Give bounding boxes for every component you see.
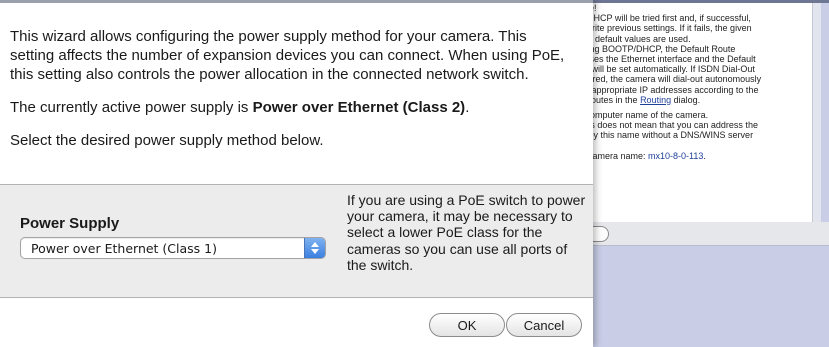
help-line: : This does not mean that you can addres…: [573, 120, 758, 131]
intro-section: This wizard allows configuring the power…: [10, 27, 570, 150]
active-suffix: .: [465, 99, 470, 116]
updown-chevron-icon[interactable]: [304, 238, 325, 258]
power-supply-help-text: If you are using a PoE switch to power y…: [347, 192, 586, 273]
help-line: TP/DHCP will be tried first and, if succ…: [573, 13, 751, 24]
ok-button[interactable]: OK: [429, 313, 505, 337]
help-line: verwrite previous settings. If it fails,…: [573, 23, 752, 34]
help-line: ys uses the Ethernet interface and the D…: [573, 54, 756, 65]
help-window-topbar: [565, 0, 829, 3]
intro-text: This wizard allows configuring the power…: [10, 28, 565, 83]
active-prefix: The currently active power supply is: [10, 99, 253, 116]
power-supply-panel: Power Supply Power over Ethernet (Class …: [0, 184, 593, 298]
help-line: nfigured, the camera will dial-out auton…: [573, 74, 762, 85]
dialog-top-border: [0, 0, 593, 3]
help-line-suffix: .: [703, 150, 706, 161]
help-line: ent.: [573, 141, 819, 151]
help-line: ilable!: [573, 3, 819, 13]
select-prompt: Select the desired power supply method b…: [10, 132, 324, 149]
help-line: he computer name of the camera.: [573, 110, 709, 121]
help-line: era by this name without a DNS/WINS serv…: [573, 130, 754, 141]
cancel-button[interactable]: Cancel: [506, 313, 582, 337]
routing-link[interactable]: Routing: [640, 95, 671, 105]
help-line: : using BOOTP/DHCP, the Default Route: [573, 43, 736, 54]
background-help-window: ilable! TP/DHCP will be tried first and,…: [565, 0, 829, 347]
power-supply-selected-value: Power over Ethernet (Class 1): [31, 241, 217, 256]
power-supply-select[interactable]: Power over Ethernet (Class 1): [20, 237, 326, 259]
help-scrollbar[interactable]: [812, 0, 821, 222]
help-line: ork routes in the Routing dialog.: [573, 95, 819, 105]
help-panel: ilable! TP/DHCP will be tried first and,…: [565, 0, 821, 223]
help-line: ory camera name: mx10-8-0-113.: [573, 151, 819, 161]
power-supply-help: If you are using a PoE switch to power y…: [347, 192, 587, 273]
help-line: way will be set automatically. If ISDN D…: [573, 64, 755, 75]
help-button-strip: [565, 222, 829, 246]
active-power-supply-text: The currently active power supply is Pow…: [10, 98, 570, 117]
help-text: ilable! TP/DHCP will be tried first and,…: [573, 3, 819, 161]
camera-name-value: mx10-8-0-113: [648, 150, 704, 161]
power-supply-dialog: This wizard allows configuring the power…: [0, 0, 593, 347]
active-power-supply-value: Power over Ethernet (Class 2): [252, 99, 466, 116]
help-line: with appropriate IP addresses according …: [573, 84, 759, 95]
help-line: ctory default values are used.: [573, 33, 691, 44]
help-line-suffix: dialog.: [671, 94, 701, 105]
power-supply-label: Power Supply: [20, 215, 120, 232]
